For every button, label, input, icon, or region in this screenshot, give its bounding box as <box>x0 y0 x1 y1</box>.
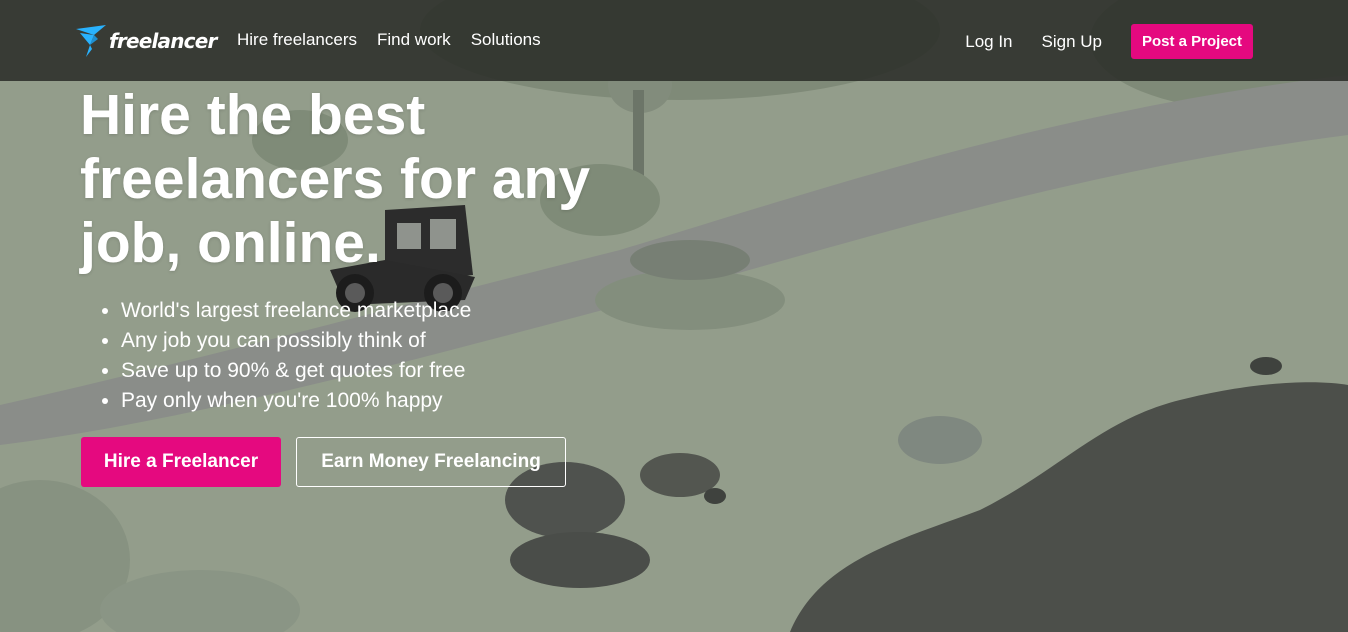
bird-logo-icon <box>76 25 106 57</box>
list-item: Any job you can possibly think of <box>121 326 471 356</box>
list-item: Pay only when you're 100% happy <box>121 386 471 416</box>
logo-wordmark: freelancer <box>109 29 217 53</box>
hero-title: Hire the best freelancers for any job, o… <box>80 83 591 275</box>
account-nav: Log In Sign Up Post a Project <box>965 24 1253 59</box>
freelancer-logo[interactable]: freelancer <box>76 24 217 58</box>
signup-link[interactable]: Sign Up <box>1042 32 1102 52</box>
nav-find-work[interactable]: Find work <box>377 30 451 50</box>
page: freelancer Hire freelancers Find work So… <box>0 0 1348 632</box>
primary-nav: Hire freelancers Find work Solutions <box>237 30 541 50</box>
top-navbar: freelancer Hire freelancers Find work So… <box>0 0 1348 81</box>
list-item: World's largest freelance marketplace <box>121 296 471 326</box>
hire-freelancer-button[interactable]: Hire a Freelancer <box>81 437 281 487</box>
list-item: Save up to 90% & get quotes for free <box>121 356 471 386</box>
post-project-button[interactable]: Post a Project <box>1131 24 1253 59</box>
earn-money-button[interactable]: Earn Money Freelancing <box>296 437 566 487</box>
hero-bullet-list: World's largest freelance marketplace An… <box>82 296 471 416</box>
nav-solutions[interactable]: Solutions <box>471 30 541 50</box>
nav-hire-freelancers[interactable]: Hire freelancers <box>237 30 357 50</box>
login-link[interactable]: Log In <box>965 32 1012 52</box>
